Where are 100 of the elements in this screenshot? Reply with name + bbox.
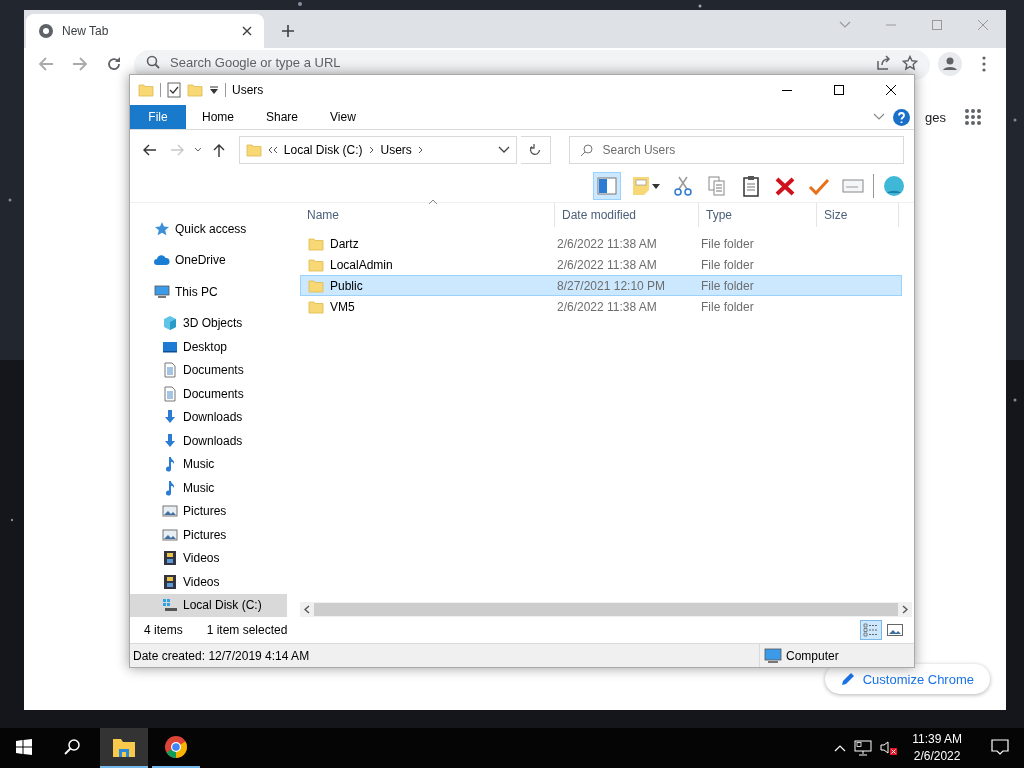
overflow-chevron-icon[interactable] bbox=[267, 146, 278, 154]
muted-speaker-icon[interactable] bbox=[880, 740, 899, 756]
chevron-down-icon[interactable] bbox=[498, 146, 510, 154]
ribbon-tab[interactable]: Home bbox=[186, 105, 250, 129]
file-row[interactable]: Dartz 2/6/2022 11:38 AM File folder bbox=[300, 233, 902, 254]
file-type: File folder bbox=[701, 299, 754, 314]
film-icon bbox=[162, 573, 178, 590]
breadcrumb-item[interactable]: Local Disk (C:) bbox=[283, 143, 363, 157]
dropdown-icon[interactable] bbox=[209, 85, 219, 95]
chevron-up-icon[interactable] bbox=[834, 744, 847, 752]
search-icon bbox=[579, 143, 593, 157]
search-icon bbox=[63, 738, 81, 756]
download-icon bbox=[162, 432, 178, 449]
profile-button[interactable] bbox=[936, 50, 964, 78]
nav-item[interactable]: Pictures bbox=[130, 499, 287, 523]
network-icon[interactable] bbox=[854, 740, 873, 756]
column-header[interactable]: Name bbox=[300, 203, 555, 227]
search-field[interactable]: Search Users bbox=[568, 136, 904, 164]
preview-pane-icon bbox=[596, 175, 618, 197]
forward-arrow-icon bbox=[72, 56, 88, 72]
nav-item[interactable]: Downloads bbox=[130, 429, 287, 453]
ribbon-tab[interactable]: Share bbox=[250, 105, 315, 129]
apps-grid-icon[interactable] bbox=[964, 108, 982, 126]
nav-item[interactable]: Local Disk (C:) bbox=[130, 593, 287, 617]
minimize-icon bbox=[782, 89, 792, 91]
date-modified: 2/6/2022 11:38 AM bbox=[557, 236, 657, 251]
search-input[interactable]: Search Users bbox=[602, 143, 893, 157]
folder-icon bbox=[245, 142, 262, 158]
scroll-left-icon bbox=[304, 605, 310, 614]
window-title: Users bbox=[232, 83, 264, 97]
close-icon bbox=[886, 85, 896, 95]
nav-item[interactable]: Music bbox=[130, 476, 287, 500]
column-header[interactable]: Size bbox=[817, 203, 899, 227]
pencil-icon bbox=[840, 672, 855, 686]
file-name: LocalAdmin bbox=[330, 257, 393, 272]
folder-icon bbox=[308, 256, 324, 273]
picture-icon bbox=[162, 526, 178, 543]
nav-item[interactable]: Documents bbox=[130, 358, 287, 382]
folder-icon bbox=[308, 277, 324, 294]
toolbar-button[interactable] bbox=[593, 172, 621, 200]
chevron-down-icon bbox=[839, 21, 851, 29]
clipboard-icon bbox=[740, 175, 762, 197]
nav-item[interactable]: Quick access bbox=[130, 217, 287, 241]
star-icon[interactable] bbox=[902, 55, 918, 71]
file-menu-button[interactable]: File bbox=[130, 105, 186, 129]
file-name: Public bbox=[330, 278, 363, 293]
nav-item[interactable]: Documents bbox=[130, 382, 287, 406]
file-row[interactable]: VM5 2/6/2022 11:38 AM File folder bbox=[300, 296, 902, 317]
refresh-icon bbox=[528, 143, 543, 157]
copy-icon bbox=[706, 175, 728, 197]
nav-item[interactable]: Downloads bbox=[130, 405, 287, 429]
browser-tab[interactable]: New Tab bbox=[26, 14, 264, 48]
properties-icon[interactable] bbox=[167, 82, 181, 98]
star-icon bbox=[154, 220, 170, 237]
help-icon[interactable] bbox=[893, 108, 910, 126]
speech-bubble-icon bbox=[991, 739, 1009, 755]
nav-item[interactable]: 3D Objects bbox=[130, 311, 287, 335]
date-modified: 2/6/2022 11:38 AM bbox=[557, 257, 657, 272]
ribbon-tab[interactable]: View bbox=[314, 105, 372, 129]
nav-item[interactable]: Videos bbox=[130, 570, 287, 594]
nav-item[interactable]: Pictures bbox=[130, 523, 287, 547]
nav-item[interactable]: Desktop bbox=[130, 335, 287, 359]
folder-icon bbox=[138, 82, 154, 98]
clock-time: 11:39 AM bbox=[912, 731, 962, 748]
breadcrumb-item[interactable]: Users bbox=[380, 143, 412, 157]
picture-icon bbox=[887, 624, 903, 636]
chevron-right-icon[interactable] bbox=[417, 146, 424, 154]
details-view-button[interactable] bbox=[860, 620, 882, 640]
nav-item[interactable]: Videos bbox=[130, 546, 287, 570]
chevron-right-icon[interactable] bbox=[368, 146, 375, 154]
file-name: VM5 bbox=[330, 299, 355, 314]
nav-item[interactable]: OneDrive bbox=[130, 248, 287, 272]
file-row[interactable]: LocalAdmin 2/6/2022 11:38 AM File folder bbox=[300, 254, 902, 275]
reload-icon bbox=[106, 56, 122, 72]
film-icon bbox=[162, 550, 178, 567]
column-header[interactable]: Date modified bbox=[555, 203, 699, 227]
avatar-icon bbox=[938, 52, 962, 76]
share-icon[interactable] bbox=[876, 55, 892, 71]
customize-chrome-button[interactable]: Customize Chrome bbox=[824, 664, 990, 694]
file-type: File folder bbox=[701, 278, 754, 293]
document-icon bbox=[162, 362, 178, 379]
address-bar[interactable]: Local Disk (C:) Users bbox=[238, 136, 517, 164]
close-icon[interactable] bbox=[242, 26, 252, 36]
nav-item[interactable]: Music bbox=[130, 452, 287, 476]
maximize-icon bbox=[834, 85, 844, 95]
refresh-button[interactable] bbox=[521, 136, 551, 164]
nav-item[interactable]: This PC bbox=[130, 280, 287, 304]
column-header[interactable]: Type bbox=[699, 203, 817, 227]
clock[interactable]: 11:39 AM 2/6/2022 bbox=[906, 731, 968, 765]
up-arrow-icon bbox=[213, 143, 225, 157]
picture-icon bbox=[162, 503, 178, 520]
document-icon bbox=[162, 385, 178, 402]
file-row[interactable]: Public 8/27/2021 12:10 PM File folder bbox=[300, 275, 902, 296]
dropdown-icon bbox=[652, 183, 660, 189]
computer-icon bbox=[764, 647, 782, 664]
folder-icon bbox=[308, 298, 324, 315]
horizontal-scrollbar[interactable] bbox=[300, 602, 912, 617]
images-link[interactable]: ges bbox=[925, 109, 946, 125]
forward-arrow-icon bbox=[170, 144, 185, 156]
file-explorer-taskbar-button[interactable] bbox=[100, 728, 148, 768]
